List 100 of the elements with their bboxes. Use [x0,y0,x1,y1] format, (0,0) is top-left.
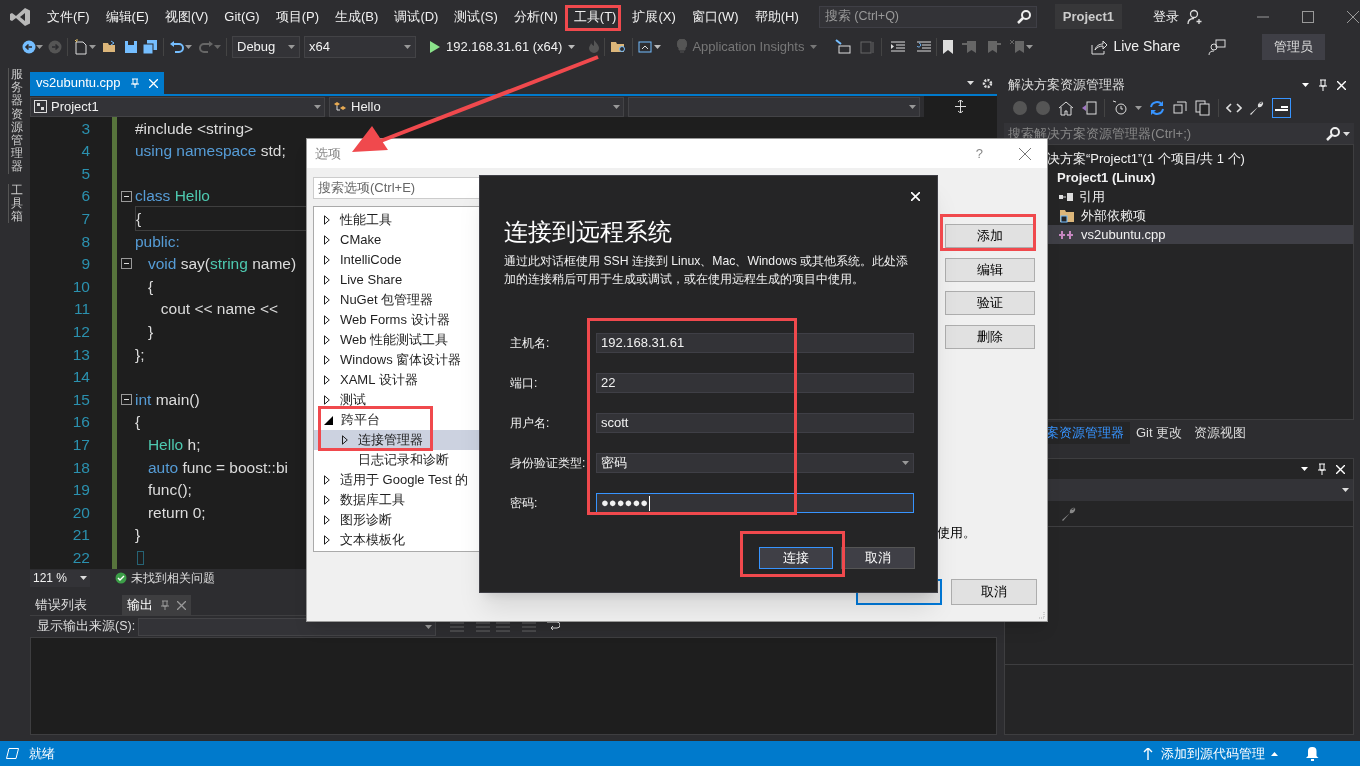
source-control-button[interactable]: 添加到源代码管理 [1161,743,1265,764]
input-field[interactable]: 22 [596,373,914,393]
window-icon[interactable] [638,39,655,54]
input-field[interactable]: 192.168.31.61 [596,333,914,353]
solution-view-icon[interactable] [1081,100,1097,116]
collapse-icon[interactable] [120,393,132,405]
collapsed-arrow-icon[interactable] [324,295,332,305]
menu-item[interactable]: Git(G) [216,0,268,33]
collapsed-arrow-icon[interactable] [324,275,332,285]
copy-icon[interactable] [1195,100,1211,116]
zoom-dropdown[interactable]: 121 % [30,569,90,587]
bookmark-previous-icon[interactable] [962,39,979,54]
dropdown-caret-icon[interactable] [1302,83,1309,87]
input-field[interactable]: scott [596,413,914,433]
refresh-icon[interactable] [1149,100,1165,116]
word-wrap-icon[interactable] [546,620,561,633]
collapsed-arrow-icon[interactable] [324,535,332,545]
collapsed-arrow-icon[interactable] [324,355,332,365]
maximize-icon[interactable] [1302,10,1315,23]
dropdown-caret-icon[interactable] [568,44,576,49]
wrench-icon[interactable] [1249,100,1265,116]
dropdown-caret-icon[interactable] [654,44,662,49]
collapsed-arrow-icon[interactable] [342,435,350,445]
dropdown-caret-icon[interactable] [80,576,87,580]
back-icon[interactable] [22,39,36,54]
dropdown-caret-icon[interactable] [1342,488,1349,492]
collapsed-arrow-icon[interactable] [324,475,332,485]
preview-toggle[interactable] [1272,98,1291,118]
menu-item[interactable]: 测试(S) [446,0,506,33]
indent-icon[interactable] [891,40,906,53]
collapse-icon[interactable] [120,258,132,270]
collapse-all-icon[interactable] [1172,100,1188,116]
platform-dropdown[interactable]: x64 [304,35,416,58]
wrap-list-icon[interactable] [522,620,537,633]
collapse-icon[interactable] [120,190,132,202]
menu-item[interactable]: 工具(T) [565,0,625,33]
dropdown-caret-icon[interactable] [967,81,974,85]
menu-item[interactable]: 调试(D) [386,0,447,33]
collapsed-arrow-icon[interactable] [324,375,332,385]
collapsed-arrow-icon[interactable] [324,395,332,405]
outdent-icon[interactable] [915,40,932,53]
step-icon[interactable] [834,38,853,55]
menu-item[interactable]: 视图(V) [156,0,217,33]
tree-item[interactable]: 引用 [1005,187,1353,206]
dialog-button[interactable]: 取消 [841,547,915,569]
save-icon[interactable] [124,39,138,54]
menu-item[interactable]: 生成(B) [327,0,387,33]
collapsed-arrow-icon[interactable] [324,235,332,245]
caret-up-icon[interactable] [1271,751,1278,756]
dialog-button[interactable]: 删除 [945,324,1035,349]
bookmark-next-icon[interactable] [986,39,1003,54]
sign-in-link[interactable]: 登录 [1153,6,1180,27]
input-field[interactable]: ●●●●●● [596,493,914,513]
navigation-dropdown[interactable]: Project1 [30,96,325,117]
dialog-button[interactable]: 添加 [945,224,1035,248]
folder-search-icon[interactable] [610,39,628,54]
tree-item[interactable]: 外部依赖项 [1005,206,1353,225]
menu-item[interactable]: 编辑(E) [97,0,157,33]
menu-item[interactable]: 帮助(H) [746,0,807,33]
new-item-icon[interactable] [73,38,89,55]
dialog-button[interactable]: 编辑 [945,257,1035,282]
bookmark-clear-icon[interactable] [1010,39,1027,54]
redo-icon[interactable] [198,39,214,54]
collapsed-arrow-icon[interactable] [324,315,332,325]
cancel-button[interactable]: 取消 [951,579,1037,605]
expanded-arrow-icon[interactable] [324,415,333,425]
open-folder-icon[interactable] [102,39,118,54]
panel-tab[interactable]: Git 更改 [1130,422,1189,444]
menu-item[interactable]: 文件(F) [39,0,98,33]
help-button[interactable]: ? [975,143,983,164]
live-share-button[interactable]: Live Share [1091,36,1181,57]
dialog-button[interactable]: 连接 [759,547,833,569]
run-button[interactable]: 192.168.31.61 (x64) [426,35,580,58]
panel-tab[interactable]: 资源视图 [1188,422,1253,444]
dialog-button[interactable]: 验证 [945,291,1035,315]
search-field[interactable]: 搜索 (Ctrl+Q) [818,5,1037,28]
feedback-icon[interactable] [1208,38,1227,55]
bookmark-icon[interactable] [942,39,955,54]
save-all-icon[interactable] [142,38,158,55]
bell-icon[interactable] [1306,746,1319,761]
history-icon[interactable] [1112,100,1128,116]
menu-item[interactable]: 扩展(X) [624,0,684,33]
menu-item[interactable]: 分析(N) [505,0,566,33]
collapsed-arrow-icon[interactable] [324,335,332,345]
navigation-dropdown[interactable]: Hello [329,96,624,117]
account-icon[interactable] [1187,8,1204,25]
dropdown-caret-icon[interactable] [1343,131,1350,136]
menu-item[interactable]: 项目(P) [267,0,328,33]
resize-grip-icon[interactable] [1037,611,1045,619]
collapsed-arrow-icon[interactable] [324,515,332,525]
dropdown-caret-icon[interactable] [1301,467,1308,471]
configuration-dropdown[interactable]: Debug [232,35,300,58]
collapsed-arrow-icon[interactable] [324,495,332,505]
properties-wrench-icon[interactable] [1061,505,1077,522]
panel-tab[interactable]: 错误列表 [30,595,92,615]
collapsed-arrow-icon[interactable] [324,255,332,265]
auth-type-dropdown[interactable]: 密码 [596,453,914,473]
undo-icon[interactable] [169,39,185,54]
home-icon[interactable] [1058,100,1074,116]
collapsed-arrow-icon[interactable] [324,215,332,225]
